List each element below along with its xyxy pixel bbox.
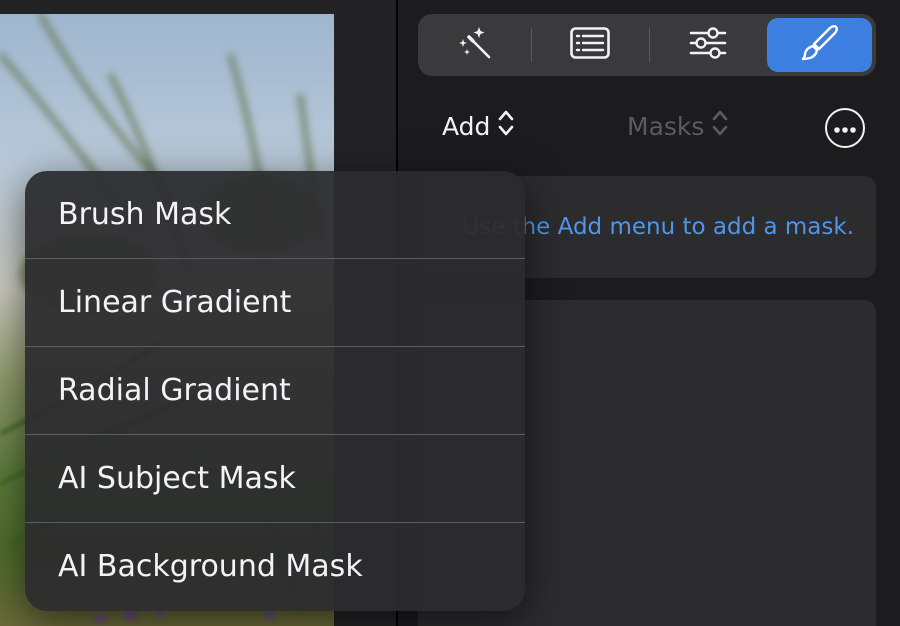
menu-item-label: Radial Gradient [58, 373, 291, 408]
sliders-icon [689, 27, 727, 63]
tab-presets[interactable] [535, 18, 645, 72]
tab-masks[interactable] [767, 18, 872, 72]
add-label: Add [442, 111, 491, 141]
segment-separator [649, 28, 650, 62]
chevron-up-down-icon [498, 109, 514, 143]
tool-segmented-control [418, 14, 876, 76]
menu-item-ai-subject-mask[interactable]: AI Subject Mask [25, 435, 525, 522]
chevron-up-down-icon [712, 109, 728, 143]
menu-item-ai-background-mask[interactable]: AI Background Mask [25, 523, 525, 610]
add-menu-button[interactable]: Add [442, 108, 514, 144]
add-mask-menu: Brush Mask Linear Gradient Radial Gradie… [25, 171, 525, 611]
masks-label: Masks [627, 111, 705, 141]
menu-item-brush-mask[interactable]: Brush Mask [25, 171, 525, 258]
list-icon [570, 27, 610, 63]
brush-icon [801, 24, 839, 66]
menu-item-linear-gradient[interactable]: Linear Gradient [25, 259, 525, 346]
tab-adjustments[interactable] [653, 18, 763, 72]
magic-wand-icon [457, 25, 493, 65]
menu-item-label: AI Background Mask [58, 549, 363, 584]
tab-auto-enhance[interactable] [422, 18, 527, 72]
app-window: Add Masks Use the Add menu to add a mask… [0, 0, 900, 626]
menu-item-radial-gradient[interactable]: Radial Gradient [25, 347, 525, 434]
more-options-button[interactable] [825, 108, 865, 148]
segment-separator [531, 28, 532, 62]
ellipsis-icon [833, 119, 857, 138]
menu-item-label: Brush Mask [58, 197, 232, 232]
menu-item-label: Linear Gradient [58, 285, 292, 320]
menu-item-label: AI Subject Mask [58, 461, 296, 496]
masks-selector[interactable]: Masks [627, 108, 728, 144]
